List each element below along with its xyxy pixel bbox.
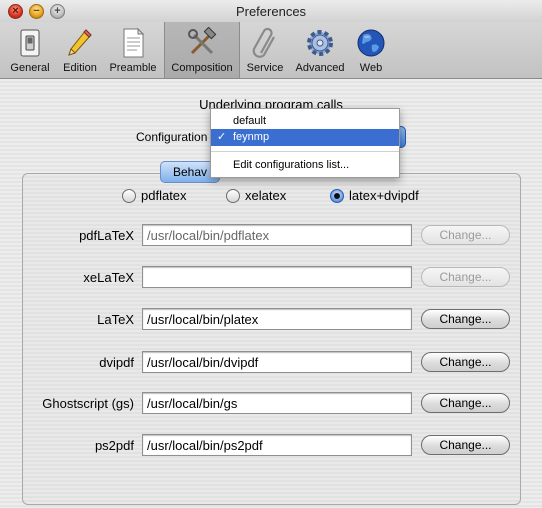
ghostscript-change-button[interactable]: Change... [421, 393, 510, 413]
toolbar-item-edition[interactable]: Edition [57, 22, 103, 78]
title-bar: × − + Preferences [0, 0, 542, 22]
preferences-window: × − + Preferences General Edition Preamb… [0, 0, 542, 508]
xelatex-change-button[interactable]: Change... [421, 267, 510, 287]
latex-path-field[interactable]: /usr/local/bin/platex [142, 308, 412, 330]
row-dvipdf: dvipdf /usr/local/bin/dvipdf Change... [0, 351, 542, 377]
radio-label: pdflatex [141, 188, 187, 203]
field-value: /usr/local/bin/platex [147, 312, 259, 327]
toolbar-label-advanced: Advanced [295, 62, 345, 74]
row-xelatex: xeLaTeX Change... [0, 266, 542, 292]
ps2pdf-path-field[interactable]: /usr/local/bin/ps2pdf [142, 434, 412, 456]
row-label: dvipdf [99, 355, 134, 370]
toolbar-item-composition[interactable]: Composition [164, 22, 240, 78]
menu-item-label: feynmp [233, 131, 270, 143]
window-title: Preferences [235, 4, 307, 19]
pdflatex-change-button[interactable]: Change... [421, 225, 510, 245]
checkmark-icon: ✓ [217, 131, 227, 143]
globe-icon [357, 29, 385, 57]
preferences-toolbar: General Edition Preamble Composition Ser… [0, 22, 542, 79]
tools-icon [188, 27, 217, 55]
radio-label: xelatex [245, 188, 287, 203]
row-label: LaTeX [97, 312, 134, 327]
toolbar-item-service[interactable]: Service [242, 22, 288, 78]
toolbar-label-general: General [10, 62, 50, 74]
dvipdf-path-field[interactable]: /usr/local/bin/dvipdf [142, 351, 412, 373]
row-label: pdfLaTeX [79, 228, 134, 243]
row-latex: LaTeX /usr/local/bin/platex Change... [0, 308, 542, 334]
ps2pdf-change-button[interactable]: Change... [421, 435, 510, 455]
latex-change-button[interactable]: Change... [421, 309, 510, 329]
row-pdflatex: pdfLaTeX /usr/local/bin/pdflatex Change.… [0, 224, 542, 250]
toolbar-label-preamble: Preamble [109, 62, 157, 74]
menu-item-label: default [233, 115, 267, 127]
row-label: xeLaTeX [83, 270, 134, 285]
configuration-menu: default ✓ feynmp Edit configurations lis… [210, 108, 400, 178]
menu-item-label: Edit configurations list... [233, 159, 350, 171]
field-value: /usr/local/bin/dvipdf [147, 355, 259, 370]
toolbar-label-web: Web [359, 62, 383, 74]
pencil-icon [68, 29, 92, 56]
row-label: ps2pdf [94, 438, 134, 453]
ghostscript-path-field[interactable]: /usr/local/bin/gs [142, 392, 412, 414]
field-value: /usr/local/bin/ps2pdf [147, 438, 263, 453]
radio-label: latex+dvipdf [349, 188, 419, 203]
row-ghostscript: Ghostscript (gs) /usr/local/bin/gs Chang… [0, 392, 542, 418]
radio-button-icon [122, 189, 136, 203]
field-value: /usr/local/bin/pdflatex [147, 228, 270, 243]
xelatex-path-field[interactable] [142, 266, 412, 288]
menu-item-feynmp[interactable]: ✓ feynmp [211, 129, 399, 146]
field-value: /usr/local/bin/gs [147, 396, 238, 411]
light-switch-icon [20, 29, 40, 57]
menu-separator [211, 151, 399, 152]
row-label: Ghostscript (gs) [42, 396, 134, 411]
toolbar-label-edition: Edition [63, 62, 97, 74]
pdflatex-path-field[interactable]: /usr/local/bin/pdflatex [142, 224, 412, 246]
radio-button-selected-icon [330, 189, 344, 203]
dvipdf-change-button[interactable]: Change... [421, 352, 510, 372]
document-icon [123, 27, 145, 58]
radio-button-icon [226, 189, 240, 203]
toolbar-item-preamble[interactable]: Preamble [104, 22, 162, 78]
configuration-label: Configuration [136, 130, 208, 144]
row-ps2pdf: ps2pdf /usr/local/bin/ps2pdf Change... [0, 434, 542, 460]
toolbar-item-general[interactable]: General [4, 22, 56, 78]
menu-item-edit-configurations[interactable]: Edit configurations list... [211, 157, 399, 174]
toolbar-item-web[interactable]: Web [352, 22, 390, 78]
toolbar-label-composition: Composition [171, 62, 233, 74]
gear-icon [307, 30, 333, 56]
toolbar-label-service: Service [246, 62, 284, 74]
paperclip-icon [252, 27, 275, 58]
menu-item-default[interactable]: default [211, 113, 399, 130]
toolbar-item-advanced[interactable]: Advanced [290, 22, 350, 78]
